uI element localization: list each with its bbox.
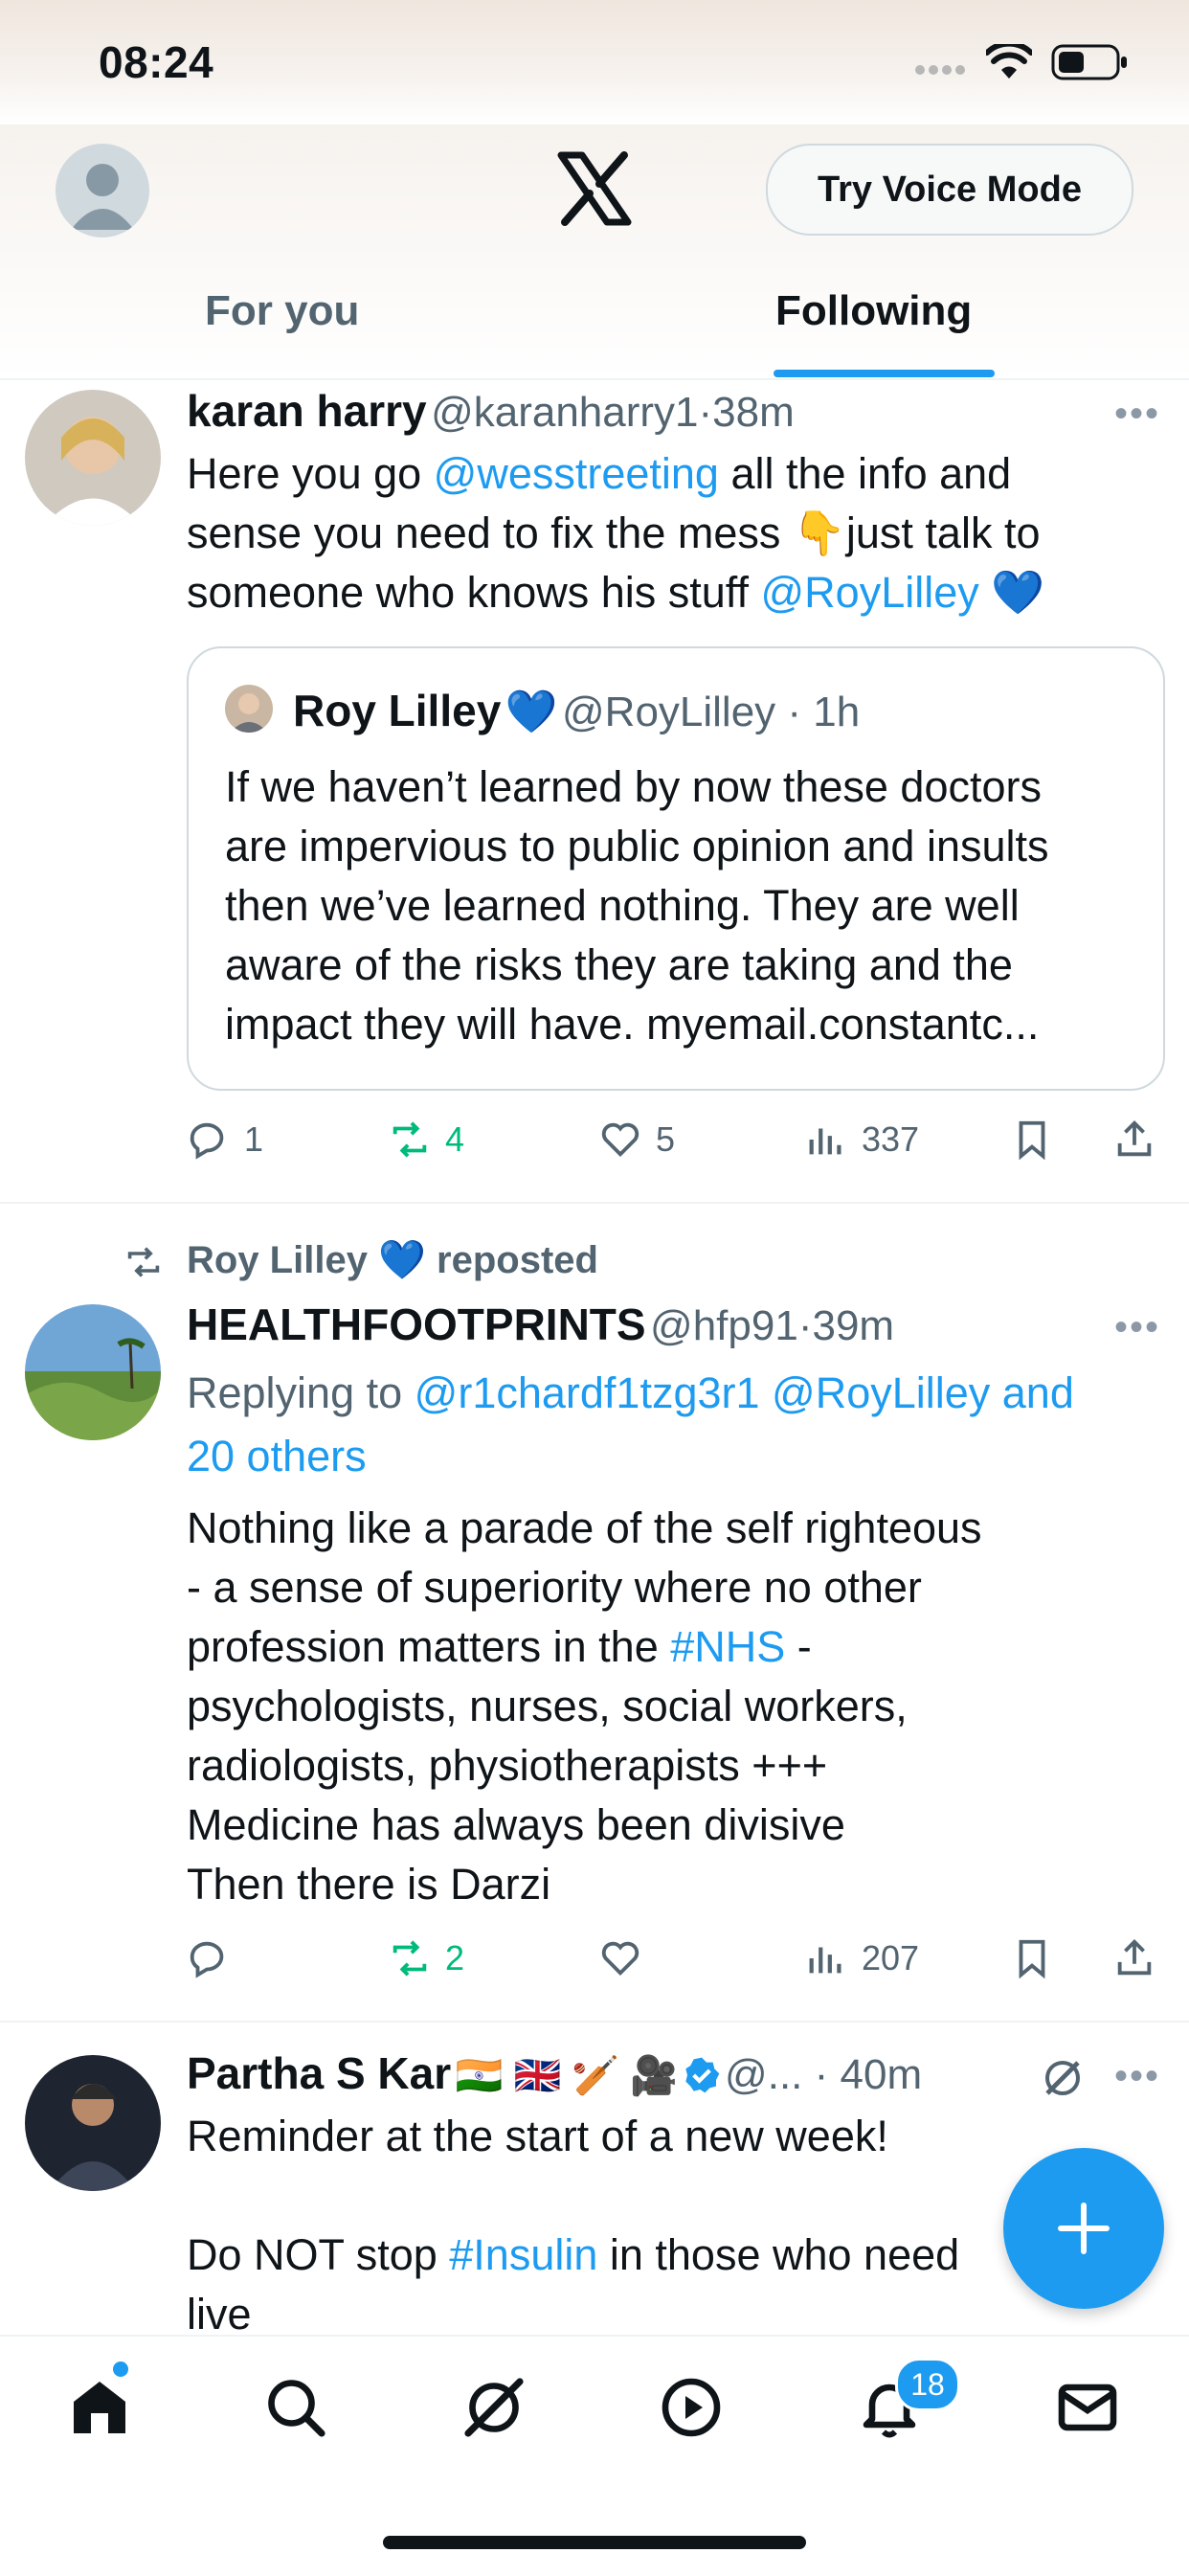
repost-button[interactable]: 2 [388,1930,464,1987]
avatar-icon [225,685,273,733]
avatar-icon [25,2055,161,2191]
author-name[interactable]: Partha S Kar [187,2048,451,2098]
author-handle[interactable]: @hfp91 [650,1302,798,1349]
quoted-author-name: Roy Lilley [293,686,502,735]
like-button[interactable]: 5 [598,1111,675,1168]
home-indicator [383,2536,806,2549]
post-actions: 2 207 [187,1930,1163,1987]
avatar-icon [71,164,134,230]
post-text: Here you go @wesstreeting all the info a… [187,449,1045,617]
home-icon[interactable] [65,2373,134,2442]
bookmark-button[interactable] [1010,1111,1067,1168]
repost-icon [127,1247,160,1277]
like-icon [601,1941,639,1977]
try-voice-mode-button[interactable]: Try Voice Mode [766,144,1133,236]
post-text: Nothing like a parade of the self righte… [187,1503,982,1909]
home-unread-dot [113,2361,128,2377]
divider [0,2021,1189,2022]
author-handle[interactable]: @karanharry1 [431,389,698,436]
post-header: Partha S Kar 🇮🇳 🇬🇧 🏏 🎥 @... · 40m [187,2048,923,2098]
share-button[interactable] [1112,1111,1170,1168]
bookmark-button[interactable] [1010,1930,1067,1987]
search-icon[interactable] [261,2373,330,2442]
compose-icon [1058,2203,1110,2254]
like-button[interactable] [598,1930,656,1987]
replying-others[interactable]: 20 others [187,1425,1144,1488]
tab-active-indicator [774,370,995,377]
tab-following[interactable]: Following [775,287,972,335]
avatar-icon [25,1304,161,1440]
reply-button[interactable] [187,1930,244,1987]
quoted-header: Roy Lilley 💙 @RoyLilley · 1h [293,686,861,735]
views-icon [809,1947,841,1974]
post-time: 40m [840,2051,923,2098]
views-icon [809,1128,841,1155]
repost-icon [393,1121,427,1158]
divider [0,1202,1189,1204]
repost-icon [393,1940,427,1977]
like-icon [601,1122,639,1158]
status-time: 08:24 [99,37,214,87]
grok-icon[interactable] [1040,2055,1086,2101]
reply-icon [190,1122,224,1160]
views-button[interactable]: 337 [804,1111,919,1168]
share-icon [1117,1939,1152,1976]
replying-mentions[interactable]: @r1chardf1tzg3r1 @RoyLilley and [415,1368,1074,1417]
hashtag-link[interactable]: #NHS [670,1622,785,1671]
x-logo-icon[interactable] [557,151,632,226]
bookmark-icon [1019,1120,1045,1161]
grok-icon[interactable] [460,2373,528,2442]
reply-icon [190,1941,224,1978]
bookmark-icon [1019,1939,1045,1979]
more-icon[interactable]: ••• [1114,1306,1160,1349]
post-time: 39m [812,1302,895,1349]
reply-button[interactable]: 1 [187,1111,263,1168]
views-button[interactable]: 207 [804,1930,919,1987]
post-time: 38m [712,389,795,436]
post-header: HEALTHFOOTPRINTS @hfp91·39m [187,1299,895,1349]
share-icon [1117,1120,1152,1157]
author-name[interactable]: HEALTHFOOTPRINTS [187,1299,646,1349]
post-avatar[interactable] [25,390,161,526]
reposter-name[interactable]: Roy Lilley [187,1239,368,1281]
compose-button[interactable] [1003,2148,1164,2309]
wifi-icon [986,44,1032,79]
post-avatar[interactable] [25,1304,161,1440]
quoted-text: If we haven’t learned by now these docto… [225,762,1049,1049]
battery-icon [1051,44,1127,80]
post-actions: 1 4 5 337 [187,1111,1163,1168]
profile-avatar[interactable] [56,144,149,237]
notifications-badge: 18 [895,2358,960,2411]
more-icon[interactable]: ••• [1114,393,1160,436]
replying-to: Replying to @r1chardf1tzg3r1 @RoyLilley … [187,1362,1144,1488]
mail-icon[interactable] [1053,2373,1122,2442]
repost-button[interactable]: 4 [388,1111,464,1168]
more-icon[interactable]: ••• [1114,2055,1160,2098]
verified-icon [684,2057,719,2093]
mention-link[interactable]: @RoyLilley [760,568,978,617]
hashtag-link[interactable]: #Insulin [449,2230,597,2279]
share-button[interactable] [1112,1930,1170,1987]
repost-banner: Roy Lilley 💙 reposted [187,1239,598,1281]
author-name[interactable]: karan harry [187,386,427,436]
post-text: Reminder at the start of a new week! Do … [187,2112,960,2339]
author-flags: 🇮🇳 🇬🇧 🏏 🎥 [455,2055,679,2097]
tab-for-you[interactable]: For you [205,287,359,335]
play-icon[interactable] [657,2373,726,2442]
author-handle[interactable]: @... [725,2051,802,2098]
post-header: karan harry @karanharry1·38m [187,386,795,436]
quoted-avatar [225,685,273,733]
signal-icon [915,65,965,75]
mention-link[interactable]: @wesstreeting [434,449,719,498]
post-avatar[interactable] [25,2055,161,2191]
avatar-icon [25,390,161,526]
